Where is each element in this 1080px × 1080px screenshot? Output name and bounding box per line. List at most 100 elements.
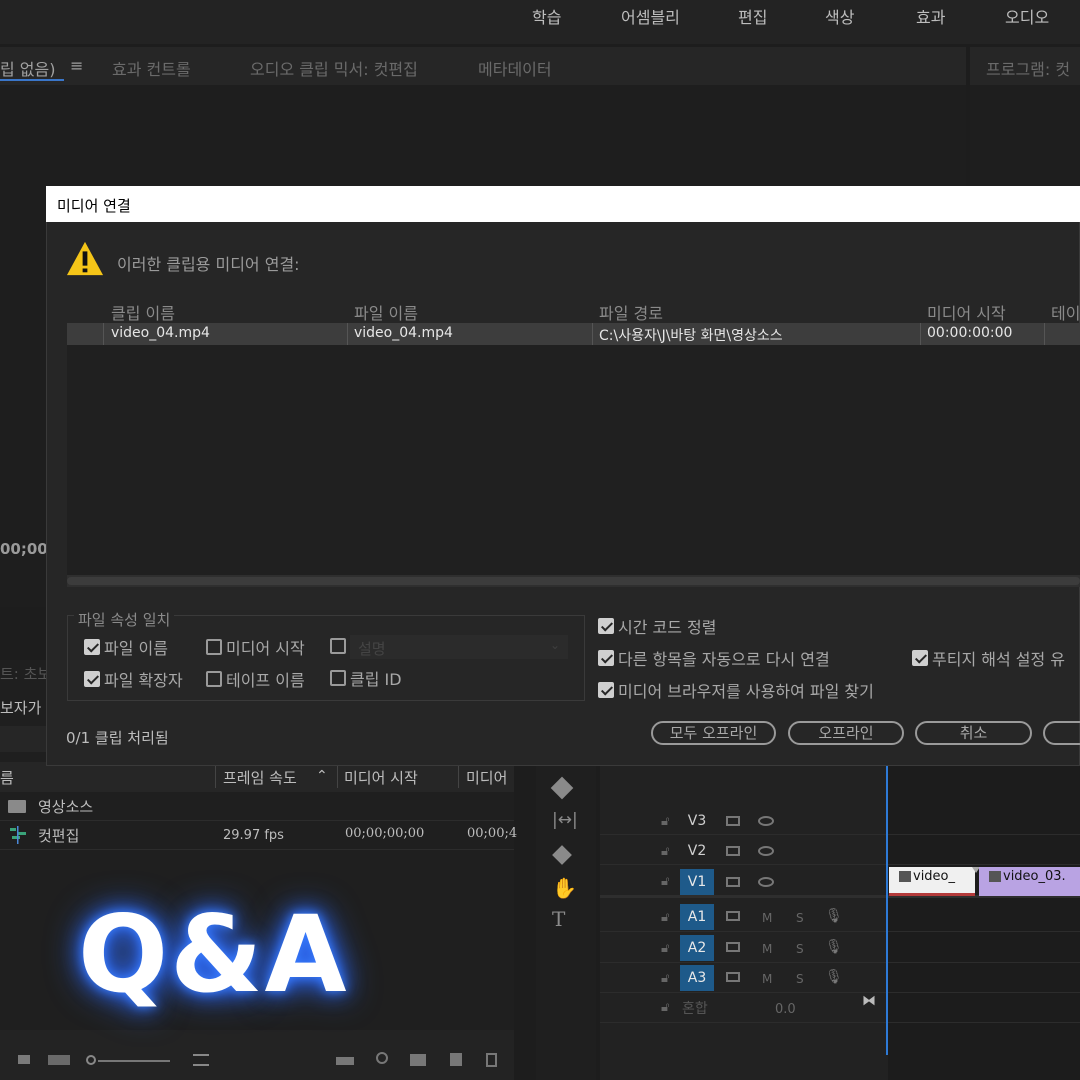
- lock-icon[interactable]: 🔓︎: [661, 910, 669, 925]
- workspace-audio[interactable]: 오디오: [1005, 4, 1049, 28]
- lock-icon[interactable]: 🔓︎: [661, 874, 669, 889]
- checkbox-box[interactable]: [598, 650, 614, 666]
- col-frame-rate[interactable]: 프레임 속도: [223, 767, 297, 788]
- track-label-a3[interactable]: A3: [680, 965, 714, 991]
- clip-id-checkbox[interactable]: 클립 ID: [330, 666, 402, 690]
- workspace-color[interactable]: 색상: [825, 4, 854, 28]
- col-media-start[interactable]: 미디어 시작: [927, 300, 1006, 324]
- track-label-v3[interactable]: V3: [680, 808, 714, 834]
- track-label-a2[interactable]: A2: [680, 935, 714, 961]
- checkbox-box[interactable]: [206, 671, 222, 687]
- tab-effect-controls[interactable]: 효과 컨트롤: [112, 56, 191, 80]
- list-view-icon[interactable]: [18, 1055, 30, 1064]
- sync-lock-icon[interactable]: [726, 846, 740, 856]
- offline-button[interactable]: 오프라인: [788, 721, 904, 745]
- sync-lock-icon[interactable]: [726, 942, 740, 952]
- media-browser-checkbox[interactable]: 미디어 브라우저를 사용하여 파일 찾기: [598, 678, 874, 702]
- checkbox-box[interactable]: [84, 639, 100, 655]
- workspace-effects[interactable]: 효과: [916, 4, 945, 28]
- eye-icon[interactable]: [758, 877, 774, 887]
- checkbox-box[interactable]: [330, 670, 346, 686]
- find-icon[interactable]: [376, 1052, 388, 1064]
- sync-lock-icon[interactable]: [726, 877, 740, 887]
- panel-menu-icon[interactable]: ≡: [70, 56, 83, 75]
- eye-icon[interactable]: [758, 816, 774, 826]
- checkbox-box[interactable]: [598, 618, 614, 634]
- col-file-name[interactable]: 파일 이름: [354, 300, 418, 324]
- icon-view-icon[interactable]: [48, 1055, 70, 1065]
- new-bin-icon[interactable]: [410, 1054, 426, 1066]
- preserve-footage-checkbox[interactable]: 푸티지 해석 설정 유: [912, 646, 1065, 670]
- solo-button[interactable]: S: [796, 972, 804, 986]
- checkbox-box[interactable]: [206, 639, 222, 655]
- clip-video-04[interactable]: video_: [889, 867, 975, 896]
- col-media-start[interactable]: 미디어 시작: [344, 767, 418, 788]
- col-file-path[interactable]: 파일 경로: [599, 300, 663, 324]
- zoom-slider-track[interactable]: [98, 1060, 170, 1062]
- solo-button[interactable]: S: [796, 911, 804, 925]
- sort-ascending-icon[interactable]: ⌃: [316, 768, 328, 784]
- playhead[interactable]: [886, 765, 888, 1055]
- match-properties-label: 파일 속성 일치: [74, 609, 175, 630]
- workspace-learning[interactable]: 학습: [532, 4, 561, 28]
- sync-lock-icon[interactable]: [726, 972, 740, 982]
- sync-lock-icon[interactable]: [726, 816, 740, 826]
- mic-icon[interactable]: 🎙︎: [825, 969, 843, 985]
- clip-video-03[interactable]: video_03.: [979, 867, 1080, 896]
- clip-list[interactable]: [67, 345, 1080, 575]
- mute-button[interactable]: M: [762, 972, 772, 986]
- type-tool-icon[interactable]: T: [552, 907, 565, 931]
- solo-button[interactable]: S: [796, 942, 804, 956]
- automate-icon[interactable]: [336, 1057, 354, 1065]
- checkbox-box[interactable]: [330, 638, 346, 654]
- tab-metadata[interactable]: 메타데이터: [478, 56, 552, 80]
- mix-value[interactable]: 0.0: [775, 1002, 796, 1017]
- col-tape[interactable]: 테이: [1051, 300, 1080, 324]
- align-timecode-checkbox[interactable]: 시간 코드 정렬: [598, 614, 717, 638]
- slip-tool-icon[interactable]: |↔|: [552, 810, 578, 830]
- sort-icon[interactable]: [193, 1054, 209, 1066]
- all-offline-button[interactable]: 모두 오프라인: [651, 721, 776, 745]
- checkbox-box[interactable]: [84, 671, 100, 687]
- dialog-titlebar[interactable]: [46, 186, 1080, 222]
- dialog-title: 미디어 연결: [57, 197, 131, 215]
- checkbox-box[interactable]: [598, 682, 614, 698]
- file-name-checkbox[interactable]: 파일 이름: [84, 635, 168, 659]
- tab-audio-clip-mixer[interactable]: 오디오 클립 믹서: 컷편집: [250, 56, 418, 80]
- description-checkbox[interactable]: [330, 638, 350, 654]
- tab-source[interactable]: 립 없음): [0, 56, 56, 80]
- scrollbar-thumb[interactable]: [67, 577, 1080, 585]
- track-label-a1[interactable]: A1: [680, 904, 714, 930]
- lock-icon[interactable]: 🔓︎: [661, 971, 669, 986]
- workspace-editing[interactable]: 편집: [738, 4, 767, 28]
- mic-icon[interactable]: 🎙︎: [825, 908, 843, 924]
- lock-icon[interactable]: 🔓︎: [661, 814, 669, 829]
- mute-button[interactable]: M: [762, 942, 772, 956]
- auto-relink-checkbox[interactable]: 다른 항목을 자동으로 다시 연결: [598, 646, 830, 670]
- track-label-v2[interactable]: V2: [680, 838, 714, 864]
- eye-icon[interactable]: [758, 846, 774, 856]
- mic-icon[interactable]: 🎙︎: [825, 939, 843, 955]
- track-label-v1[interactable]: V1: [680, 869, 714, 895]
- lock-icon[interactable]: 🔓︎: [661, 844, 669, 859]
- col-name[interactable]: 름: [0, 767, 14, 788]
- media-start-checkbox[interactable]: 미디어 시작: [206, 635, 305, 659]
- new-item-icon[interactable]: [450, 1053, 462, 1066]
- lock-icon[interactable]: 🔓︎: [661, 941, 669, 956]
- file-extension-checkbox[interactable]: 파일 확장자: [84, 667, 183, 691]
- cancel-button[interactable]: 취소: [915, 721, 1032, 745]
- mute-button[interactable]: M: [762, 911, 772, 925]
- tape-name-checkbox[interactable]: 테이프 이름: [206, 667, 305, 691]
- lock-icon[interactable]: 🔓︎: [661, 1000, 669, 1015]
- locate-button[interactable]: [1043, 721, 1080, 745]
- sync-lock-icon[interactable]: [726, 911, 740, 921]
- tab-program[interactable]: 프로그램: 컷: [986, 56, 1070, 80]
- trash-icon[interactable]: [486, 1053, 497, 1067]
- checkbox-box[interactable]: [912, 650, 928, 666]
- col-media-end[interactable]: 미디어: [466, 767, 507, 788]
- col-clip-name[interactable]: 클립 이름: [111, 300, 175, 324]
- zoom-slider-handle[interactable]: [86, 1055, 96, 1065]
- hand-tool-icon[interactable]: ✋: [552, 876, 577, 900]
- workspace-assembly[interactable]: 어셈블리: [621, 4, 680, 28]
- go-to-end-icon[interactable]: ⧓: [862, 993, 876, 1009]
